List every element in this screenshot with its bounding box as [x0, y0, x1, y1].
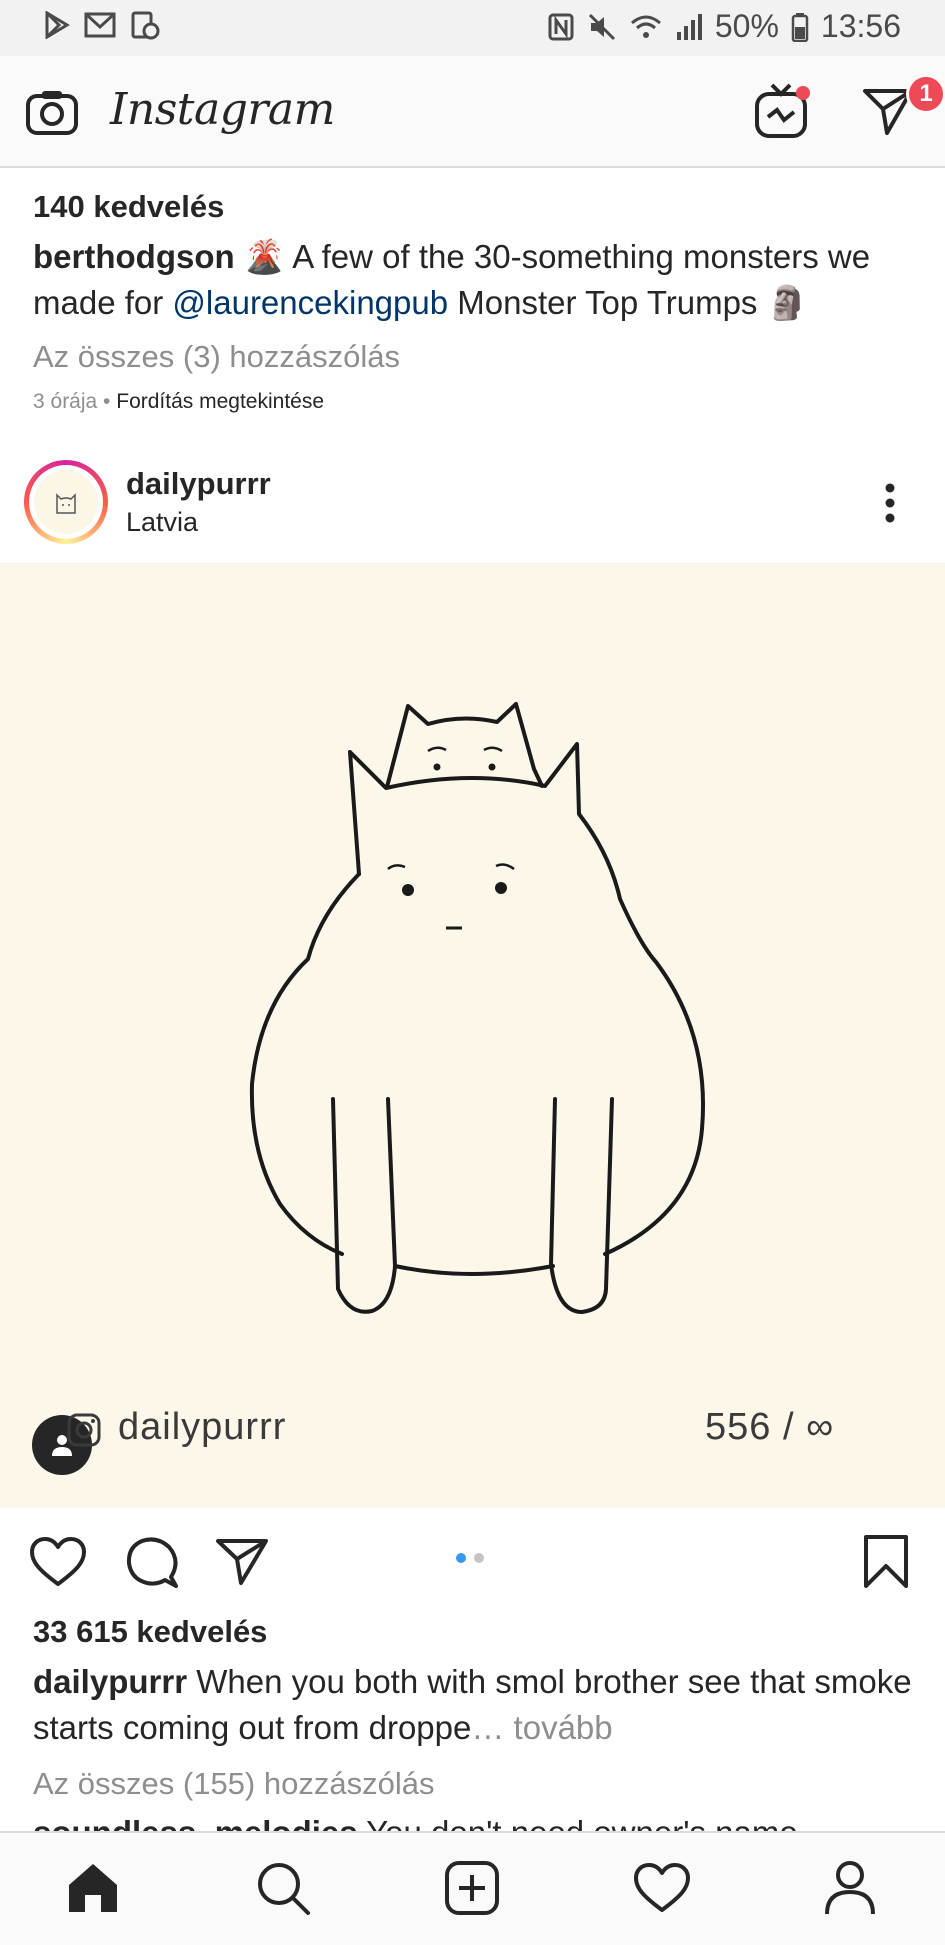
post-view-comments[interactable]: Az összes (155) hozzászólás [33, 1761, 434, 1807]
translate-link[interactable]: Fordítás megtekintése [116, 390, 324, 413]
screen-record-icon [131, 11, 160, 40]
post-caption: dailypurrr When you both with smol broth… [33, 1659, 913, 1751]
carousel-dot [474, 1553, 484, 1563]
comment-button[interactable] [124, 1534, 180, 1590]
tab-profile[interactable] [815, 1853, 885, 1923]
tab-home[interactable] [58, 1853, 128, 1923]
avatar [34, 470, 98, 534]
search-icon [258, 1863, 310, 1915]
battery-percent: 50% [714, 8, 779, 44]
post-image[interactable]: dailypurrr 556 / ∞ [0, 563, 945, 1508]
status-bar: 50% 13:56 [0, 0, 945, 56]
camera-button[interactable] [24, 84, 80, 140]
status-bar-right: 50% 13:56 [547, 8, 901, 45]
home-icon [69, 1864, 117, 1912]
post-username[interactable]: dailypurrr [126, 466, 271, 502]
post-location[interactable]: Latvia [126, 507, 198, 538]
bottom-tab-bar [0, 1831, 945, 1945]
save-button[interactable] [858, 1532, 914, 1592]
profile-icon [825, 1861, 875, 1915]
watermark-handle: dailypurrr [118, 1406, 287, 1448]
play-store-icon [45, 11, 70, 39]
share-button[interactable] [214, 1534, 270, 1590]
mute-icon [588, 13, 615, 40]
volcano-emoji: 🌋 [243, 238, 285, 275]
bookmark-icon [864, 1535, 908, 1588]
app-header: Instagram 1 [0, 56, 945, 168]
avatar-border [29, 465, 103, 539]
meta-separator: • [97, 390, 117, 413]
comment-icon [126, 1537, 178, 1588]
cat-illustration [249, 702, 706, 1314]
carousel-indicator [456, 1553, 484, 1563]
clock: 13:56 [820, 8, 901, 44]
tab-activity[interactable] [627, 1853, 697, 1923]
carousel-dot-active [456, 1553, 466, 1563]
new-post-icon [445, 1861, 499, 1915]
nfc-icon [548, 13, 574, 40]
watermark-counter: 556 / ∞ [705, 1406, 835, 1448]
direct-unread-badge: 1 [906, 74, 945, 114]
moai-emoji: 🗿 [766, 284, 808, 321]
post-likes[interactable]: 33 615 kedvelés [33, 1609, 267, 1655]
wifi-icon [630, 15, 661, 38]
like-button[interactable] [28, 1534, 88, 1590]
more-vertical-icon [885, 483, 895, 523]
caption-ellipsis: … [471, 1709, 505, 1746]
igtv-new-dot [796, 86, 810, 100]
post-time: 3 órája [33, 390, 98, 413]
caption-text-2: Monster Top Trumps [448, 284, 767, 321]
watermark-instagram-icon [67, 1413, 101, 1447]
heart-icon [30, 1537, 86, 1586]
previous-post-meta: 3 órája • Fordítás megtekintése [33, 388, 324, 416]
tab-new-post[interactable] [437, 1853, 507, 1923]
caption-mention[interactable]: @laurencekingpub [172, 284, 448, 321]
caption-username[interactable]: dailypurrr [33, 1663, 187, 1700]
post-options-button[interactable] [870, 478, 910, 528]
story-ring-avatar[interactable] [24, 460, 108, 544]
igtv-button[interactable] [750, 80, 812, 142]
previous-post-view-comments[interactable]: Az összes (3) hozzászólás [33, 334, 400, 380]
activity-icon [634, 1863, 690, 1912]
previous-post-caption: berthodgson 🌋 A few of the 30-something … [33, 234, 923, 326]
instagram-logo: Instagram [110, 84, 335, 135]
gmail-icon [84, 12, 116, 38]
share-icon [216, 1539, 268, 1585]
caption-more-link[interactable]: tovább [504, 1709, 613, 1746]
battery-icon [791, 12, 809, 42]
direct-button[interactable]: 1 [858, 74, 945, 142]
camera-icon [26, 91, 78, 135]
previous-post-likes[interactable]: 140 kedvelés [33, 184, 224, 230]
status-bar-left [44, 10, 160, 40]
signal-icon [676, 13, 702, 40]
tab-search[interactable] [248, 1853, 318, 1923]
cat-avatar-icon [56, 493, 76, 514]
caption-username[interactable]: berthodgson [33, 238, 235, 275]
